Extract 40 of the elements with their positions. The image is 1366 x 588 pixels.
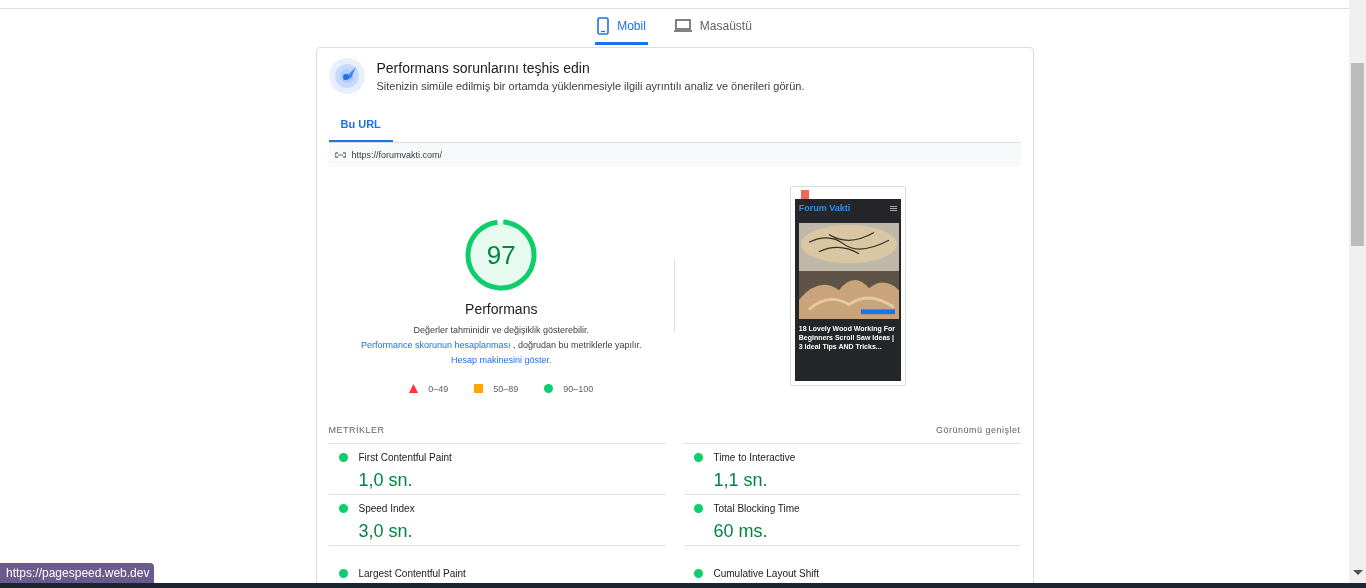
link-tooltip: https://pagespeed.web.dev	[0, 563, 155, 583]
status-dot	[338, 569, 348, 578]
link-icon	[334, 152, 346, 158]
legend-label: 0–49	[428, 383, 449, 394]
status-dot	[693, 569, 703, 578]
description-link[interactable]: Performance skorunun hesaplanması	[360, 339, 511, 350]
metric-value: 1,0 sn.	[358, 470, 414, 492]
score-value: 97	[486, 240, 516, 269]
device-tab[interactable]: Masaüstü	[671, 9, 754, 45]
status-dot	[693, 452, 703, 462]
menu-icon	[889, 205, 897, 211]
url-text: https://forumvakti.com/	[351, 150, 443, 160]
laptop-icon	[673, 19, 692, 32]
score-description: Değerler tahminidir ve değişiklik gösterebilir. Performance skorunun hesaplanması , doğrudan bu metriklerle yapılır. Hesap makinesini göster.	[359, 323, 643, 367]
legend-label: 90–100	[563, 383, 594, 394]
metric-value: 60 ms.	[713, 521, 769, 543]
legend-label: 50–89	[493, 383, 519, 394]
phone-icon	[597, 16, 610, 35]
section-subtitle: Sitenizin simüle edilmiş bir ortamda yüklenmesiyle ilgili ayrıntılı analiz ve önerileri görün.	[376, 80, 805, 92]
metric-name: Total Blocking Time	[713, 502, 801, 514]
scrollbar[interactable]	[1349, 0, 1366, 583]
metric-name: Time to Interactive	[713, 451, 797, 463]
expand-view-link[interactable]: Görünümü genişlet	[935, 425, 1021, 435]
metric-value: 1,1 sn.	[713, 470, 769, 492]
gauge-icon	[328, 58, 365, 94]
metrics-heading: METRİKLER	[328, 425, 385, 435]
status-dot	[338, 452, 348, 462]
score-label: Performans	[465, 300, 538, 317]
description-link[interactable]: Hesap makinesini göster.	[450, 354, 552, 365]
metric-name: First Contentful Paint	[358, 451, 453, 463]
site-title: Forum Vakti	[798, 203, 851, 213]
metric-name: Largest Contentful Paint	[358, 568, 467, 579]
device-tab[interactable]: Mobil	[595, 9, 648, 45]
metric-value: 3,0 sn.	[358, 521, 414, 543]
metric-name: Speed Index	[358, 502, 416, 514]
badge-icon	[800, 190, 809, 199]
section-title: Performans sorunlarını teşhis edin	[376, 60, 591, 76]
status-dot	[338, 503, 348, 513]
metric-name: Cumulative Layout Shift	[713, 568, 821, 579]
status-dot	[693, 503, 703, 513]
